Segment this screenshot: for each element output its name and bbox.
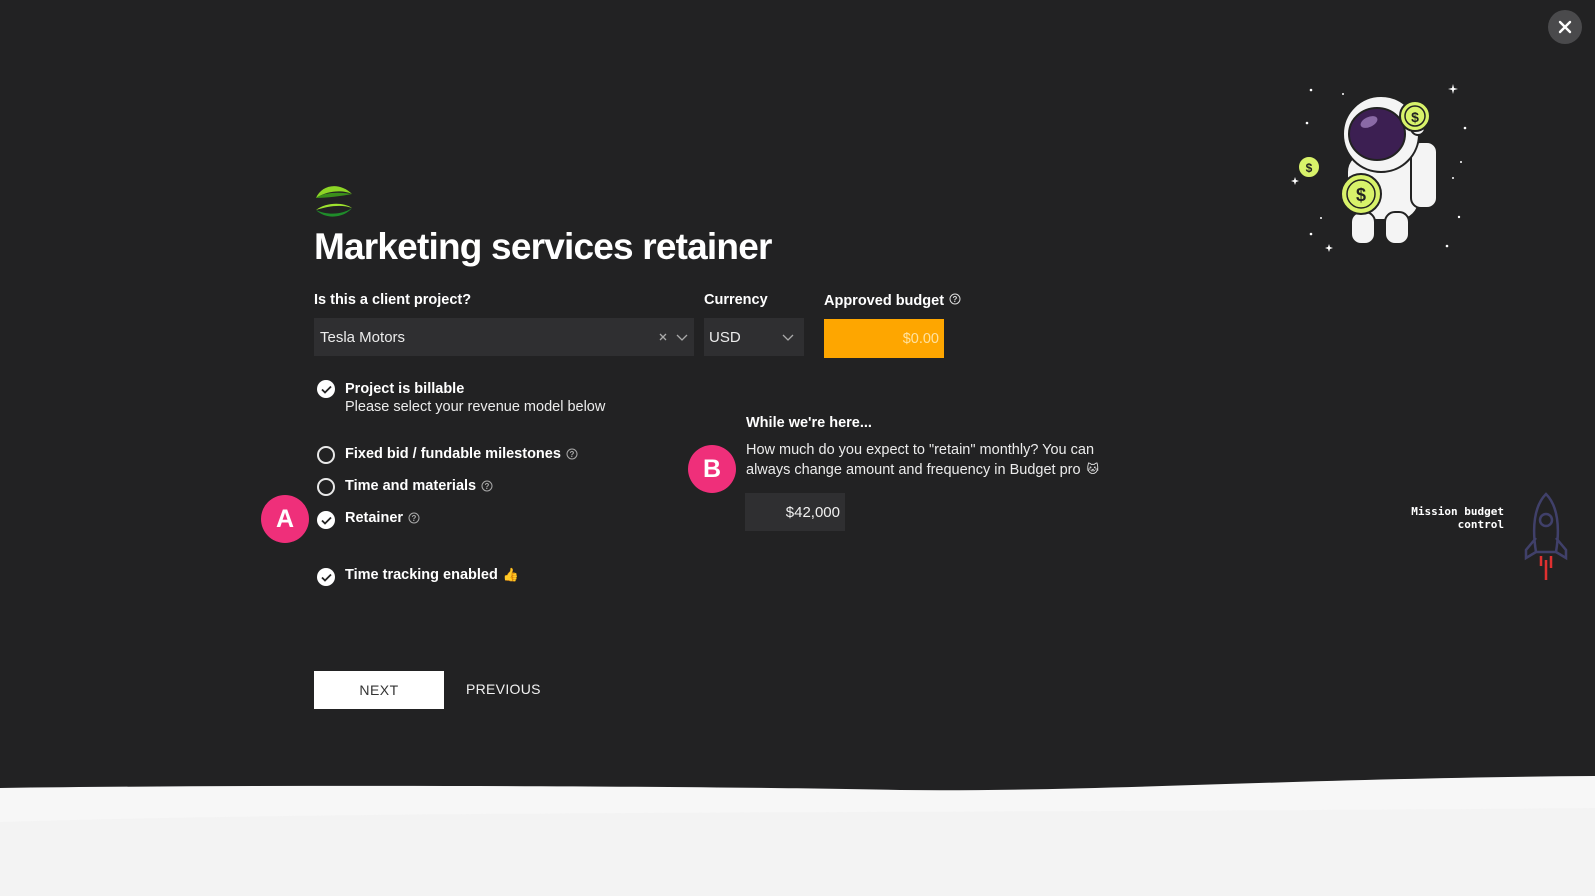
thumbs-up-icon: 👍 xyxy=(502,567,520,582)
chevron-down-icon xyxy=(782,334,794,341)
time-materials-radio[interactable] xyxy=(317,478,335,496)
time-tracking-label: Time tracking enabled xyxy=(345,567,498,583)
chevron-down-icon xyxy=(676,334,688,341)
bottom-wave-decoration xyxy=(0,776,1595,896)
fixed-bid-radio[interactable] xyxy=(317,446,335,464)
fixed-bid-label: Fixed bid / fundable milestones xyxy=(345,446,561,462)
approved-budget-label: Approved budget xyxy=(824,293,945,309)
help-icon[interactable]: ? xyxy=(566,448,578,460)
currency-select-value: USD xyxy=(709,328,741,346)
retain-heading: While we're here... xyxy=(746,415,872,431)
help-icon[interactable]: ? xyxy=(949,293,961,305)
client-project-label: Is this a client project? xyxy=(314,292,472,308)
svg-text:?: ? xyxy=(485,482,490,491)
close-icon xyxy=(1558,20,1572,34)
time-tracking-checkbox[interactable] xyxy=(317,568,335,586)
billable-label: Project is billable xyxy=(345,381,465,397)
rocket-icon xyxy=(1524,492,1568,580)
client-select[interactable]: Tesla Motors xyxy=(314,318,694,356)
svg-text:?: ? xyxy=(412,514,417,523)
page-title: Marketing services retainer xyxy=(314,226,772,267)
clear-icon[interactable] xyxy=(658,332,668,342)
app-logo xyxy=(316,186,352,217)
mission-line1: Mission budget xyxy=(1411,505,1504,518)
time-materials-option[interactable]: Time and materials ? xyxy=(345,478,493,494)
billable-checkbox[interactable] xyxy=(317,380,335,398)
approved-budget-label-row: Approved budget ? xyxy=(824,293,961,309)
astronaut-illustration-icon: $ $ $ xyxy=(1291,84,1467,252)
svg-text:$: $ xyxy=(1306,161,1313,175)
cat-emoji-icon: 🐱 xyxy=(1086,462,1100,476)
check-icon xyxy=(320,573,332,582)
currency-label: Currency xyxy=(704,292,768,308)
help-icon[interactable]: ? xyxy=(408,512,420,524)
fixed-bid-option[interactable]: Fixed bid / fundable milestones ? xyxy=(345,446,578,462)
retainer-label: Retainer xyxy=(345,510,404,526)
mission-budget-control-text: Mission budget control xyxy=(1380,505,1504,531)
currency-select[interactable]: USD xyxy=(704,318,804,356)
next-button[interactable]: NEXT xyxy=(314,671,444,709)
retain-amount-input[interactable]: $42,000 xyxy=(745,493,845,531)
help-icon[interactable]: ? xyxy=(481,480,493,492)
billable-sublabel: Please select your revenue model below xyxy=(345,399,606,415)
time-tracking-option: Time tracking enabled 👍 xyxy=(345,567,519,583)
svg-text:$: $ xyxy=(1411,109,1419,125)
client-select-value: Tesla Motors xyxy=(320,328,406,346)
svg-text:$: $ xyxy=(1356,185,1366,205)
retain-text-line2: always change amount and frequency in Bu… xyxy=(746,462,1081,478)
retain-text-line2-row: always change amount and frequency in Bu… xyxy=(746,462,1099,478)
mission-line2: control xyxy=(1457,518,1504,531)
svg-text:?: ? xyxy=(569,450,574,459)
svg-text:?: ? xyxy=(953,295,958,304)
check-icon xyxy=(320,385,332,394)
retainer-option[interactable]: Retainer ? xyxy=(345,510,420,526)
retainer-radio[interactable] xyxy=(317,511,335,529)
retain-text-line1: How much do you expect to "retain" month… xyxy=(746,442,1095,458)
check-icon xyxy=(320,516,332,525)
approved-budget-input[interactable]: $0.00 xyxy=(824,319,944,358)
time-materials-label: Time and materials xyxy=(345,478,477,494)
close-button[interactable] xyxy=(1548,10,1582,44)
previous-button[interactable]: PREVIOUS xyxy=(466,681,541,697)
annotation-badge-b: B xyxy=(688,445,736,493)
annotation-badge-a: A xyxy=(261,495,309,543)
